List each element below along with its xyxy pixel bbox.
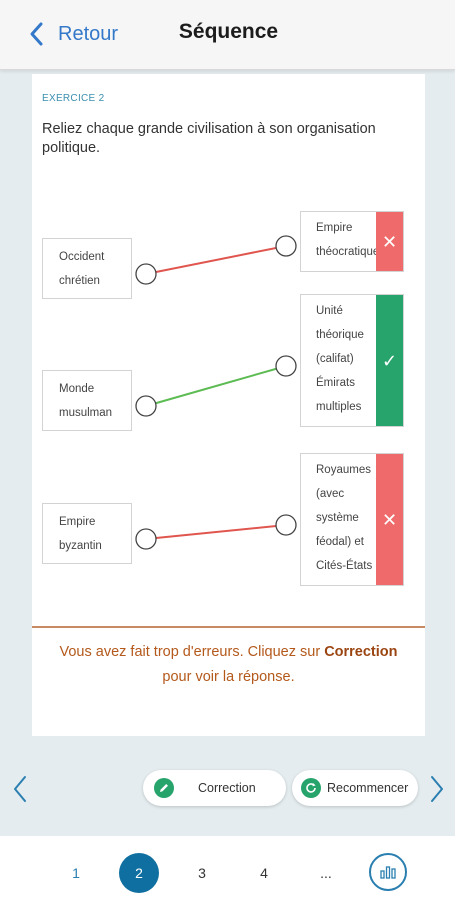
result-wrong: ✕ [376,212,403,271]
chevron-right-icon [431,776,443,802]
connection-line-1 [145,245,287,275]
left-item-1[interactable]: Occident chrétien [42,238,132,299]
pencil-icon [154,778,174,798]
page-more[interactable]: ... [306,853,346,893]
left-item-label: Monde musulman [59,383,113,419]
page-4[interactable]: 4 [244,853,284,893]
left-handle-3[interactable] [135,528,157,550]
divider [32,626,425,628]
right-handle-2[interactable] [275,355,297,377]
connection-line-3 [145,524,287,540]
page-2-current[interactable]: 2 [119,853,159,893]
chevron-left-icon [14,776,26,802]
pagination: 1 2 3 4 ... [0,836,455,900]
result-correct: ✓ [376,295,403,426]
page-3[interactable]: 3 [182,853,222,893]
refresh-icon [301,778,321,798]
feedback-message: Vous avez fait trop d'erreurs. Cliquez s… [52,640,405,690]
left-item-2[interactable]: Monde musulman [42,370,132,431]
result-wrong: ✕ [376,454,403,585]
cross-icon: ✕ [381,231,398,252]
right-item-2[interactable]: Unité théorique (califat) Émirats multip… [300,294,404,427]
retry-label: Recommencer [327,781,409,795]
feedback-text: Vous avez fait trop d'erreurs. Cliquez s… [59,644,325,660]
left-item-label: Empire byzantin [59,516,102,552]
page-1[interactable]: 1 [56,853,96,893]
correction-button[interactable]: Correction [143,770,286,806]
exercise-card: EXERCICE 2 Reliez chaque grande civilisa… [32,74,425,736]
right-item-3[interactable]: Royaumes (avec système féodal) et Cités-… [300,453,404,586]
left-handle-1[interactable] [135,263,157,285]
feedback-correction-word: Correction [324,644,398,660]
correction-label: Correction [198,781,256,795]
connection-line-2 [145,365,287,407]
feedback-text-end: pour voir la réponse. [162,669,295,685]
next-button[interactable] [427,773,447,805]
cross-icon: ✕ [381,509,398,530]
left-item-label: Occident chrétien [59,251,105,287]
top-bar: Retour Séquence [0,0,455,70]
stats-button[interactable] [369,853,407,891]
right-handle-1[interactable] [275,235,297,257]
left-item-3[interactable]: Empire byzantin [42,503,132,564]
check-icon: ✓ [381,350,398,371]
retry-button[interactable]: Recommencer [292,770,418,806]
right-handle-3[interactable] [275,514,297,536]
page-title: Séquence [178,20,279,43]
previous-button[interactable] [10,773,30,805]
bar-chart-icon [380,866,396,879]
right-item-1[interactable]: Empire théocratique ✕ [300,211,404,272]
left-handle-2[interactable] [135,395,157,417]
